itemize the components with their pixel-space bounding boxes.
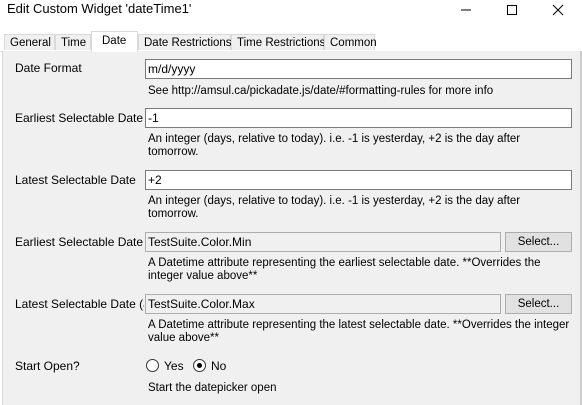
earliest-attr-hint-line2: integer value above** [148, 270, 258, 282]
earliest-attr-hint-line1: A Datetime attribute representing the ea… [148, 257, 541, 269]
start-open-hint: Start the datepicker open [148, 382, 277, 394]
maximize-button[interactable] [489, 0, 535, 20]
date-format-label: Date Format [15, 61, 82, 75]
date-settings-panel: Date Format m/d/yyyy See http://amsul.ca… [2, 51, 582, 405]
latest-attr-hint-line1: A Datetime attribute representing the la… [148, 319, 570, 331]
earliest-attr-input[interactable]: TestSuite.Color.Min [145, 232, 501, 252]
start-open-label: Start Open? [15, 359, 80, 373]
latest-date-label: Latest Selectable Date [15, 173, 136, 187]
tab-date[interactable]: Date [91, 31, 138, 52]
earliest-date-label: Earliest Selectable Date [15, 111, 144, 125]
tab-strip: General Time Date Date Restrictions Time… [0, 31, 582, 52]
date-format-input[interactable]: m/d/yyyy [145, 59, 572, 79]
tab-date-restrictions[interactable]: Date Restrictions [138, 34, 232, 50]
earliest-date-hint-line1: An integer (days, relative to today). i.… [148, 133, 521, 145]
latest-date-hint-line1: An integer (days, relative to today). i.… [148, 195, 521, 207]
tab-time[interactable]: Time [55, 34, 91, 50]
latest-date-hint-line2: tomorrow. [148, 208, 199, 220]
latest-attr-input[interactable]: TestSuite.Color.Max [145, 294, 501, 314]
start-open-yes-radio[interactable] [146, 359, 159, 372]
tab-general[interactable]: General [4, 34, 55, 50]
start-open-no-radio[interactable] [193, 359, 206, 372]
tab-time-restrictions[interactable]: Time Restrictions [231, 34, 325, 50]
maximize-icon [507, 5, 517, 15]
earliest-attr-select-button[interactable]: Select... [505, 232, 572, 252]
earliest-date-hint-line2: tomorrow. [148, 146, 199, 158]
close-button[interactable] [535, 0, 581, 20]
tab-common[interactable]: Common [324, 34, 377, 50]
latest-attr-hint-line2: value above** [148, 332, 219, 344]
window-title: Edit Custom Widget 'dateTime1' [7, 1, 192, 16]
minimize-icon [461, 9, 471, 11]
title-bar: Edit Custom Widget 'dateTime1' [0, 0, 582, 30]
close-icon [552, 4, 564, 16]
earliest-date-input[interactable]: -1 [145, 108, 572, 128]
start-open-no-label[interactable]: No [211, 359, 226, 373]
minimize-button[interactable] [443, 0, 489, 20]
date-format-hint: See http://amsul.ca/pickadate.js/date/#f… [148, 85, 494, 97]
start-open-yes-label[interactable]: Yes [164, 359, 184, 373]
radio-selected-dot [197, 363, 202, 368]
latest-attr-label: Latest Selectable Date (attribute) [15, 297, 144, 311]
latest-attr-select-button[interactable]: Select... [505, 294, 572, 314]
latest-date-input[interactable]: +2 [145, 170, 572, 190]
earliest-attr-label: Earliest Selectable Date (attribute) [15, 235, 144, 249]
